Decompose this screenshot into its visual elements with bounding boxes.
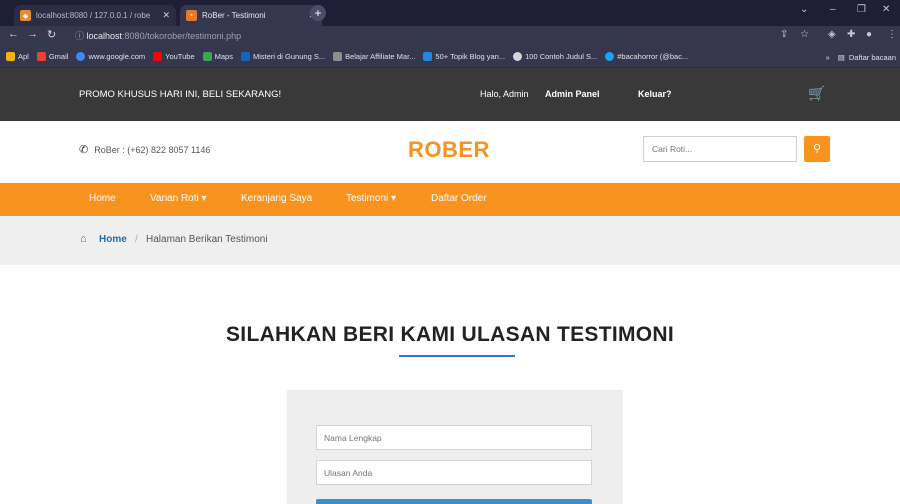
bookmark-maps[interactable]: Maps [202,52,233,61]
close-icon[interactable]: ✕ [162,10,170,21]
bookmark-affiliate[interactable]: Belajar Affiliate Mar... [333,52,415,61]
site-icon [333,52,343,61]
bookmark-topik[interactable]: 50+ Topik Blog yan... [423,52,505,61]
info-icon: ⓘ [75,31,87,41]
submit-button[interactable] [316,499,592,504]
bookmark-label: Maps [214,52,233,61]
browser-toolbar: ← → ↻ ⓘ localhost:8080/tokorober/testimo… [0,26,900,46]
bookmark-bacahorror[interactable]: #bacahorror (@bac... [605,52,688,61]
title-underline [399,355,515,357]
cart-icon[interactable]: 🛒 [808,85,825,102]
admin-panel-link[interactable]: Admin Panel [545,89,600,99]
url-host: localhost [86,31,123,41]
breadcrumb: ⌂ Home / Halaman Berikan Testimoni [0,216,900,265]
reading-list-icon: ▤ [837,52,845,62]
bookmark-label: 100 Contoh Judul S... [525,52,598,61]
bookmark-youtube[interactable]: YouTube [153,52,195,61]
tab-title: RoBer - Testimoni [202,11,266,20]
nav-testimoni[interactable]: Testimoni ▾ [346,193,396,204]
phone-icon: ✆ [79,144,89,156]
browser-tab-bar: ◆ localhost:8080 / 127.0.0.1 / robe ✕ ▪ … [0,0,900,26]
tab-phpmyadmin[interactable]: ◆ localhost:8080 / 127.0.0.1 / robe ✕ [14,5,176,26]
logout-link[interactable]: Keluar? [638,89,672,99]
nav-varian-roti[interactable]: Varian Roti ▾ [150,193,207,204]
bookmarks-right: » ▤ Daftar bacaan [826,46,896,67]
site-icon [423,52,433,61]
bookmark-label: www.google.com [88,52,146,61]
bookmark-apps[interactable]: Apl [6,52,29,61]
maps-icon [202,52,212,61]
site-icon [240,52,250,61]
maximize-icon[interactable]: ❐ [857,4,866,15]
nav-home[interactable]: Home [89,193,116,204]
greeting: Halo, Admin [480,89,529,99]
breadcrumb-separator: / [135,234,138,245]
search-button[interactable]: ⚲ [804,136,830,162]
address-bar[interactable]: ⓘ localhost:8080/tokorober/testimoni.php [75,28,805,44]
nav-daftar-order[interactable]: Daftar Order [431,193,487,204]
share-icon[interactable]: ⇪ [780,29,788,40]
home-icon: ⌂ [80,233,87,245]
apps-grid-icon [6,52,15,61]
back-icon[interactable]: ← [8,28,19,40]
more-bookmarks-icon[interactable]: » [826,53,830,62]
bookmark-label: Gmail [48,52,69,61]
tab-testimoni[interactable]: ▪ RoBer - Testimoni ✕ [180,5,322,26]
bookmark-contoh[interactable]: 100 Contoh Judul S... [513,52,597,61]
bookmark-gmail[interactable]: Gmail [36,52,69,61]
page-title: SILAHKAN BERI KAMI ULASAN TESTIMONI [226,323,674,346]
bookmarks-bar: Apl Gmail www.google.com YouTube Maps Mi… [0,46,900,68]
reload-icon[interactable]: ↻ [47,28,56,41]
google-icon [76,52,86,61]
gmail-icon [36,52,46,61]
twitter-icon [605,52,615,61]
breadcrumb-home[interactable]: Home [99,234,127,245]
review-field[interactable] [316,460,592,485]
tab-title: localhost:8080 / 127.0.0.1 / robe [36,11,151,20]
contact-phone: ✆ RoBer : (+62) 822 8057 1146 [79,143,210,156]
bookmark-google[interactable]: www.google.com [76,52,145,61]
search-input[interactable] [643,136,797,162]
menu-icon[interactable]: ⋮ [887,29,897,40]
site-icon [513,52,523,61]
breadcrumb-current: Halaman Berikan Testimoni [146,234,268,245]
puzzle-icon[interactable]: ✚ [847,29,855,40]
youtube-icon [153,52,163,61]
bookmark-label: Apl [18,52,29,61]
phone-text: RoBer : (+62) 822 8057 1146 [94,144,211,155]
phpmyadmin-icon: ◆ [20,10,31,21]
new-tab-icon[interactable]: + [310,5,326,21]
url-path: :8080/tokorober/testimoni.php [122,31,242,41]
tab-search-icon[interactable]: ⌄ [800,4,808,15]
bookmark-label: YouTube [165,52,195,61]
testimonial-form [287,390,623,504]
promo-bar: PROMO KHUSUS HARI INI, BELI SEKARANG! Ha… [0,68,900,121]
bookmark-label: Misteri di Gunung S... [252,52,326,61]
site-logo[interactable]: ROBER [408,137,490,163]
promo-text: PROMO KHUSUS HARI INI, BELI SEKARANG! [79,89,282,100]
reading-list[interactable]: Daftar bacaan [849,53,896,62]
site-favicon-icon: ▪ [186,10,197,21]
bookmark-label: 50+ Topik Blog yan... [435,52,506,61]
profile-icon[interactable]: ● [866,29,872,40]
extension-icon[interactable]: ◈ [828,29,836,40]
close-window-icon[interactable]: ✕ [882,4,890,15]
name-field[interactable] [316,425,592,450]
search-icon: ⚲ [812,143,822,155]
main-nav: Home Varian Roti ▾ Keranjang Saya Testim… [0,183,900,216]
forward-icon[interactable]: → [27,28,38,40]
site-header: ✆ RoBer : (+62) 822 8057 1146 ROBER ⚲ [0,121,900,183]
minimize-icon[interactable]: – [830,4,836,15]
bookmark-label: Belajar Affiliate Mar... [345,52,416,61]
bookmark-label: #bacahorror (@bac... [617,52,689,61]
bookmark-star-icon[interactable]: ☆ [800,29,809,40]
nav-keranjang[interactable]: Keranjang Saya [241,193,312,204]
bookmark-misteri[interactable]: Misteri di Gunung S... [240,52,326,61]
